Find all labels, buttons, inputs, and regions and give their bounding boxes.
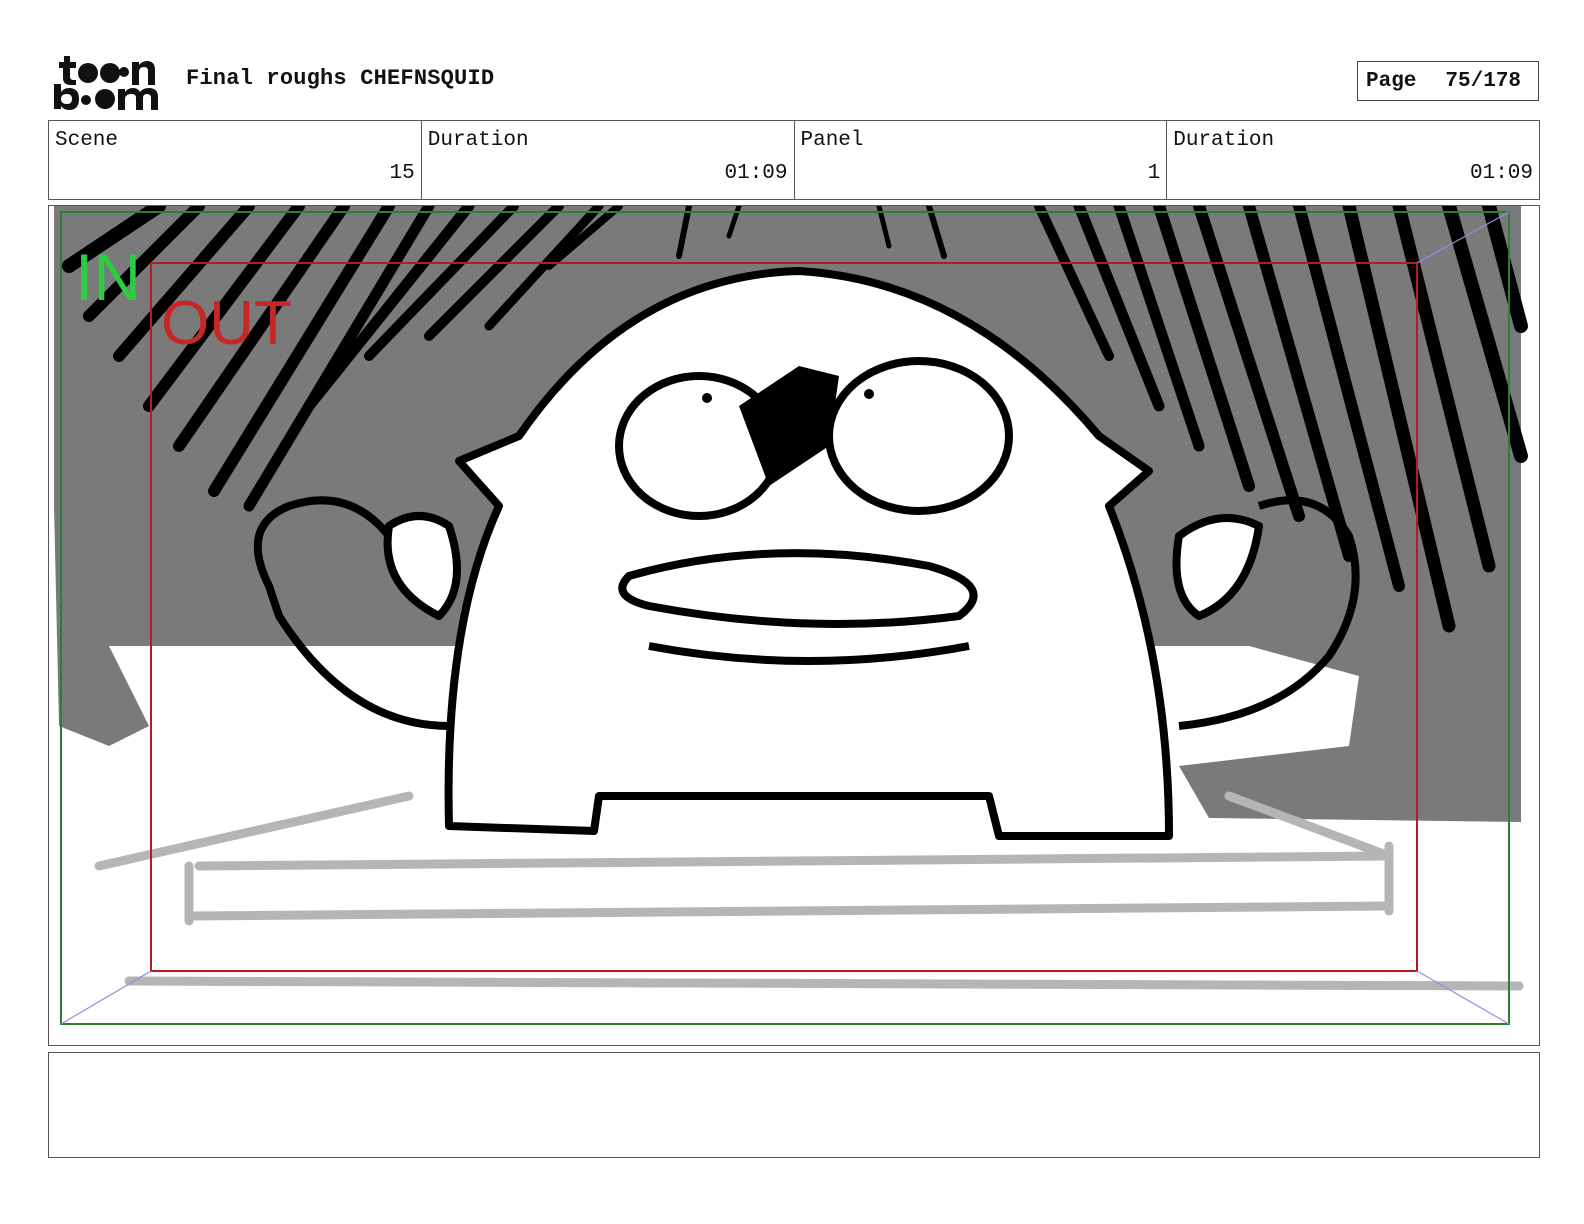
panel-cell: Panel 1 [795,121,1168,199]
panel-label: Panel [800,129,864,152]
scene-value: 15 [389,162,415,185]
panel-drawing: IN OUT [54,206,1528,1025]
scene-duration-cell: Duration 01:09 [422,121,795,199]
page-label: Page [1366,69,1417,93]
scene-cell: Scene 15 [49,121,422,199]
page-indicator: Page 75/178 [1357,61,1539,101]
page-number: 75/178 [1445,69,1522,93]
panel-duration-cell: Duration 01:09 [1167,121,1539,199]
scene-duration-value: 01:09 [724,162,788,185]
storyboard-panel: IN OUT [48,205,1540,1046]
panel-duration-label: Duration [1173,129,1275,152]
scene-label: Scene [55,129,119,152]
panel-notes-box [48,1052,1540,1158]
panel-value: 1 [1147,162,1161,185]
table-sketch [94,791,1524,991]
document-title: Final roughs CHEFNSQUID [186,66,495,91]
in-label: IN [75,240,141,314]
out-label: OUT [161,289,292,358]
panel-info-table: Scene 15 Duration 01:09 Panel 1 Duration… [48,120,1540,200]
scene-duration-label: Duration [427,129,529,152]
toon-boom-logo [54,56,158,110]
panel-duration-value: 01:09 [1469,162,1533,185]
